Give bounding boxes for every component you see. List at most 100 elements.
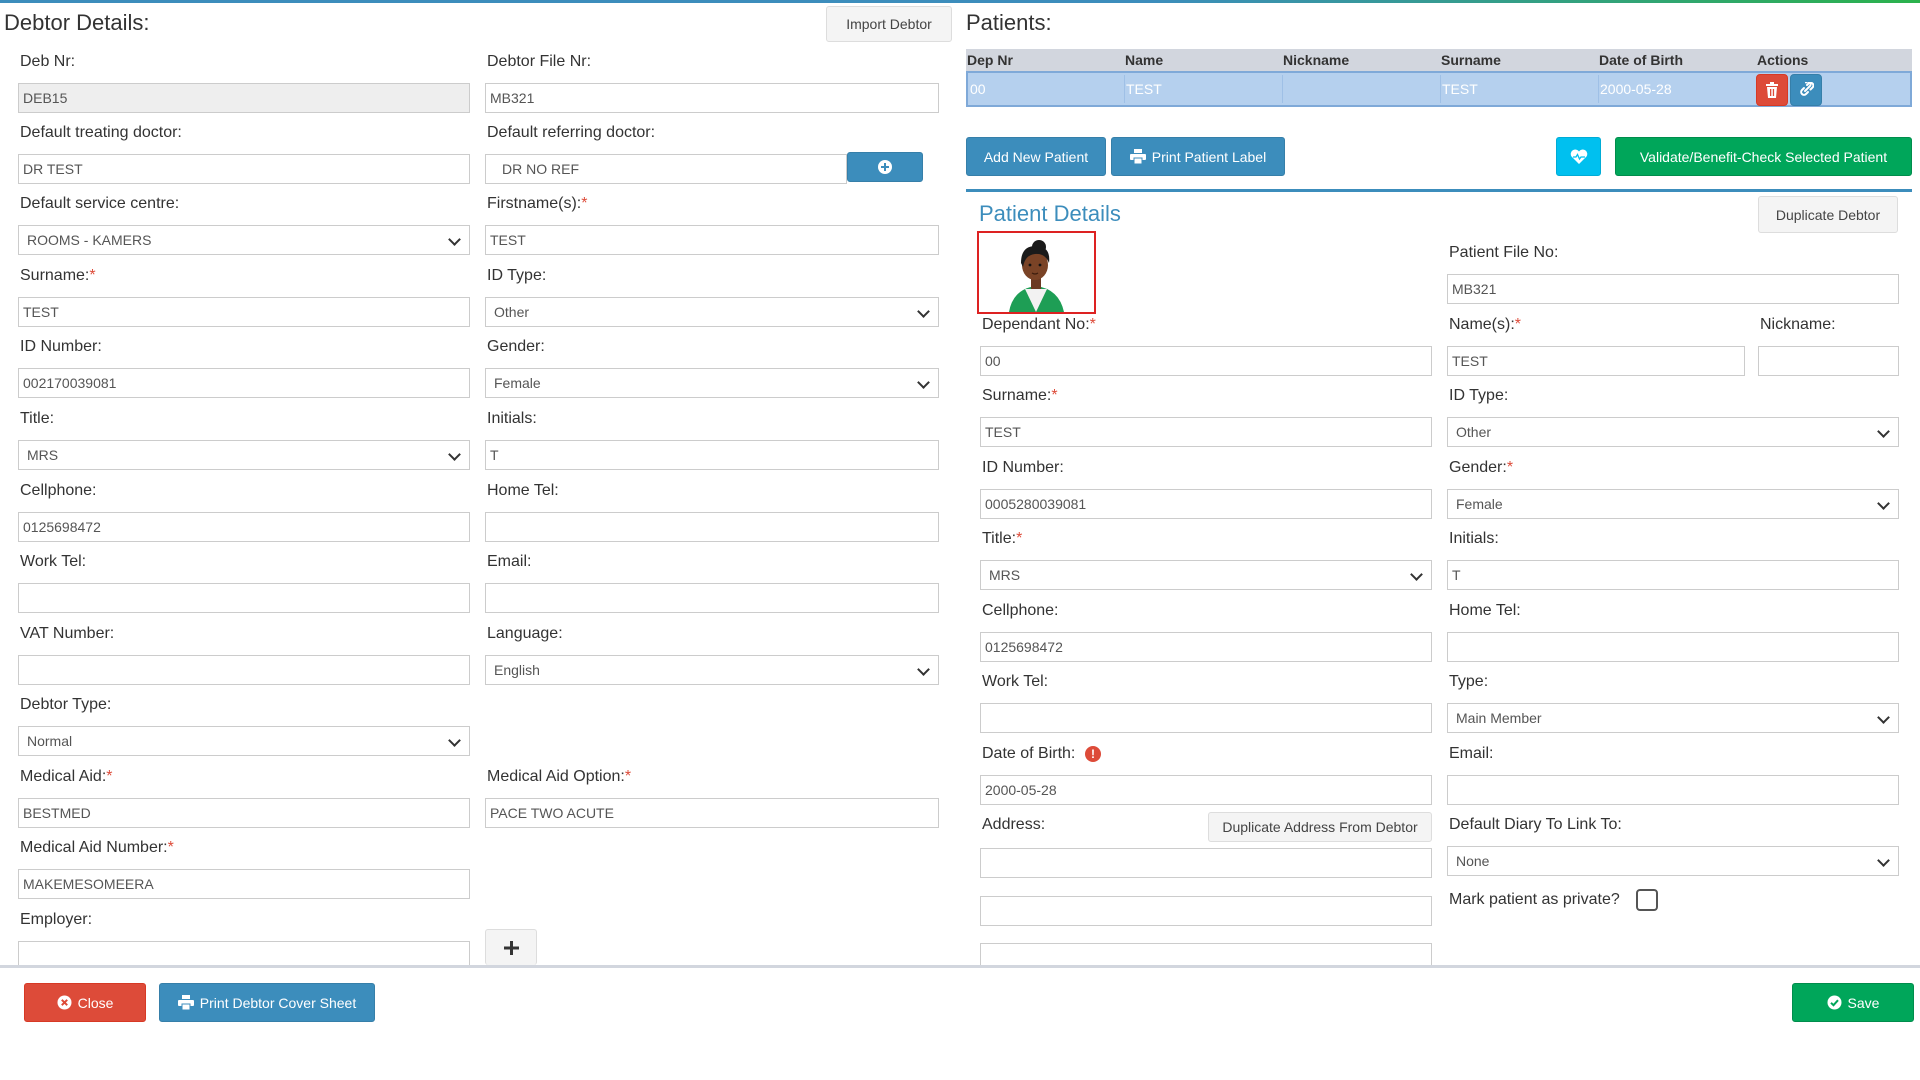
save-button[interactable]: Save	[1792, 983, 1914, 1022]
delete-patient-button[interactable]	[1756, 74, 1788, 106]
top-accent-bar	[0, 0, 1920, 3]
duplicate-address-button[interactable]: Duplicate Address From Debtor	[1208, 812, 1432, 842]
referring-doctor-field[interactable]: DR NO REF	[485, 154, 847, 184]
patient-avatar[interactable]	[977, 231, 1096, 314]
debtor-file-nr-label: Debtor File Nr:	[487, 53, 592, 70]
add-employer-button[interactable]	[485, 929, 537, 965]
surname-label: Surname:*	[20, 267, 96, 284]
col-dep-nr: Dep Nr	[967, 52, 1013, 68]
patient-type-select[interactable]: Main Member	[1447, 703, 1899, 733]
dob-field[interactable]: 2000-05-28	[980, 775, 1432, 805]
title-label: Title:	[20, 410, 55, 427]
email-field[interactable]	[485, 583, 939, 613]
medical-aid-option-field[interactable]: PACE TWO ACUTE	[485, 798, 939, 828]
initials-field[interactable]: T	[485, 440, 939, 470]
cell-surname: TEST	[1442, 81, 1478, 97]
cell-divider	[1282, 75, 1283, 103]
patient-file-no-label: Patient File No:	[1449, 244, 1559, 261]
title-select[interactable]: MRS	[18, 440, 470, 470]
address-line-2-field[interactable]	[980, 896, 1432, 926]
patient-initials-label: Initials:	[1449, 530, 1499, 547]
debtor-file-nr-field[interactable]: MB321	[485, 83, 939, 113]
dob-label: Date of Birth:	[982, 745, 1076, 762]
medical-aid-label: Medical Aid:*	[20, 768, 113, 785]
cell-divider	[1440, 75, 1441, 103]
private-checkbox[interactable]	[1636, 889, 1658, 911]
gender-select[interactable]: Female	[485, 368, 939, 398]
home-tel-field[interactable]	[485, 512, 939, 542]
validate-benefit-check-button[interactable]: Validate/Benefit-Check Selected Patient	[1615, 137, 1912, 176]
duplicate-debtor-button[interactable]: Duplicate Debtor	[1758, 196, 1898, 233]
check-circle-icon	[1827, 995, 1842, 1010]
patient-gender-select[interactable]: Female	[1447, 489, 1899, 519]
vat-number-label: VAT Number:	[20, 625, 115, 642]
patient-initials-field[interactable]: T	[1447, 560, 1899, 590]
patient-id-number-field[interactable]: 0005280039081	[980, 489, 1432, 519]
add-referring-doctor-button[interactable]	[847, 152, 923, 182]
patients-title: Patients:	[966, 10, 1052, 35]
col-surname: Surname	[1441, 52, 1501, 68]
firstname-field[interactable]: TEST	[485, 225, 939, 255]
service-centre-select[interactable]: ROOMS - KAMERS	[18, 225, 470, 255]
add-new-patient-button[interactable]: Add New Patient	[966, 137, 1106, 176]
patient-cellphone-field[interactable]: 0125698472	[980, 632, 1432, 662]
service-centre-label: Default service centre:	[20, 195, 180, 212]
referring-doctor-label: Default referring doctor:	[487, 124, 656, 141]
patient-surname-field[interactable]: TEST	[980, 417, 1432, 447]
email-label: Email:	[487, 553, 532, 570]
print-cover-sheet-button[interactable]: Print Debtor Cover Sheet	[159, 983, 375, 1022]
patient-names-field[interactable]: TEST	[1447, 346, 1745, 376]
treating-doctor-field[interactable]: DR TEST	[18, 154, 470, 184]
patient-home-tel-field[interactable]	[1447, 632, 1899, 662]
footer-divider	[0, 965, 1920, 968]
patient-id-type-select[interactable]: Other	[1447, 417, 1899, 447]
patient-file-no-field[interactable]: MB321	[1447, 274, 1899, 304]
medical-aid-number-label: Medical Aid Number:*	[20, 839, 174, 856]
patients-table-header: Dep Nr Name Nickname Surname Date of Bir…	[966, 49, 1912, 71]
dependant-no-field[interactable]: 00	[980, 346, 1432, 376]
debtor-type-select[interactable]: Normal	[18, 726, 470, 756]
print-icon	[177, 995, 194, 1010]
heart-button[interactable]	[1556, 137, 1601, 176]
medical-aid-number-field[interactable]: MAKEMESOMEERA	[18, 869, 470, 899]
address-line-3-field[interactable]	[980, 943, 1432, 965]
surname-field[interactable]: TEST	[18, 297, 470, 327]
home-tel-label: Home Tel:	[487, 482, 559, 499]
diary-select[interactable]: None	[1447, 846, 1899, 876]
col-date-of-birth: Date of Birth	[1599, 52, 1683, 68]
patient-id-type-label: ID Type:	[1449, 387, 1509, 404]
print-patient-label-button[interactable]: Print Patient Label	[1111, 137, 1285, 176]
table-row[interactable]: 00 TEST TEST 2000-05-28	[966, 71, 1912, 107]
patient-email-field[interactable]	[1447, 775, 1899, 805]
nickname-field[interactable]	[1758, 346, 1899, 376]
address-line-1-field[interactable]	[980, 848, 1432, 878]
link-patient-button[interactable]	[1790, 74, 1822, 106]
cell-dep-nr: 00	[970, 81, 986, 97]
id-type-select[interactable]: Other	[485, 297, 939, 327]
medical-aid-field[interactable]: BESTMED	[18, 798, 470, 828]
col-nickname: Nickname	[1283, 52, 1350, 68]
cell-divider	[1598, 75, 1599, 103]
patient-work-tel-field[interactable]	[980, 703, 1432, 733]
link-icon	[1800, 82, 1814, 96]
treating-doctor-label: Default treating doctor:	[20, 124, 182, 141]
id-number-field[interactable]: 002170039081	[18, 368, 470, 398]
patient-id-number-label: ID Number:	[982, 459, 1064, 476]
employer-label: Employer:	[20, 911, 93, 928]
work-tel-label: Work Tel:	[20, 553, 87, 570]
firstname-label: Firstname(s):*	[487, 195, 588, 212]
import-debtor-button[interactable]: Import Debtor	[826, 6, 952, 42]
employer-field[interactable]	[18, 941, 470, 965]
patient-type-label: Type:	[1449, 673, 1489, 690]
patient-details-divider	[966, 189, 1912, 192]
patient-home-tel-label: Home Tel:	[1449, 602, 1521, 619]
deb-nr-label: Deb Nr:	[20, 53, 76, 70]
patient-title-select[interactable]: MRS	[980, 560, 1432, 590]
vat-number-field[interactable]	[18, 655, 470, 685]
deb-nr-field[interactable]: DEB15	[18, 83, 470, 113]
cellphone-field[interactable]: 0125698472	[18, 512, 470, 542]
diary-label: Default Diary To Link To:	[1449, 816, 1622, 833]
language-select[interactable]: English	[485, 655, 939, 685]
close-button[interactable]: Close	[24, 983, 146, 1022]
work-tel-field[interactable]	[18, 583, 470, 613]
